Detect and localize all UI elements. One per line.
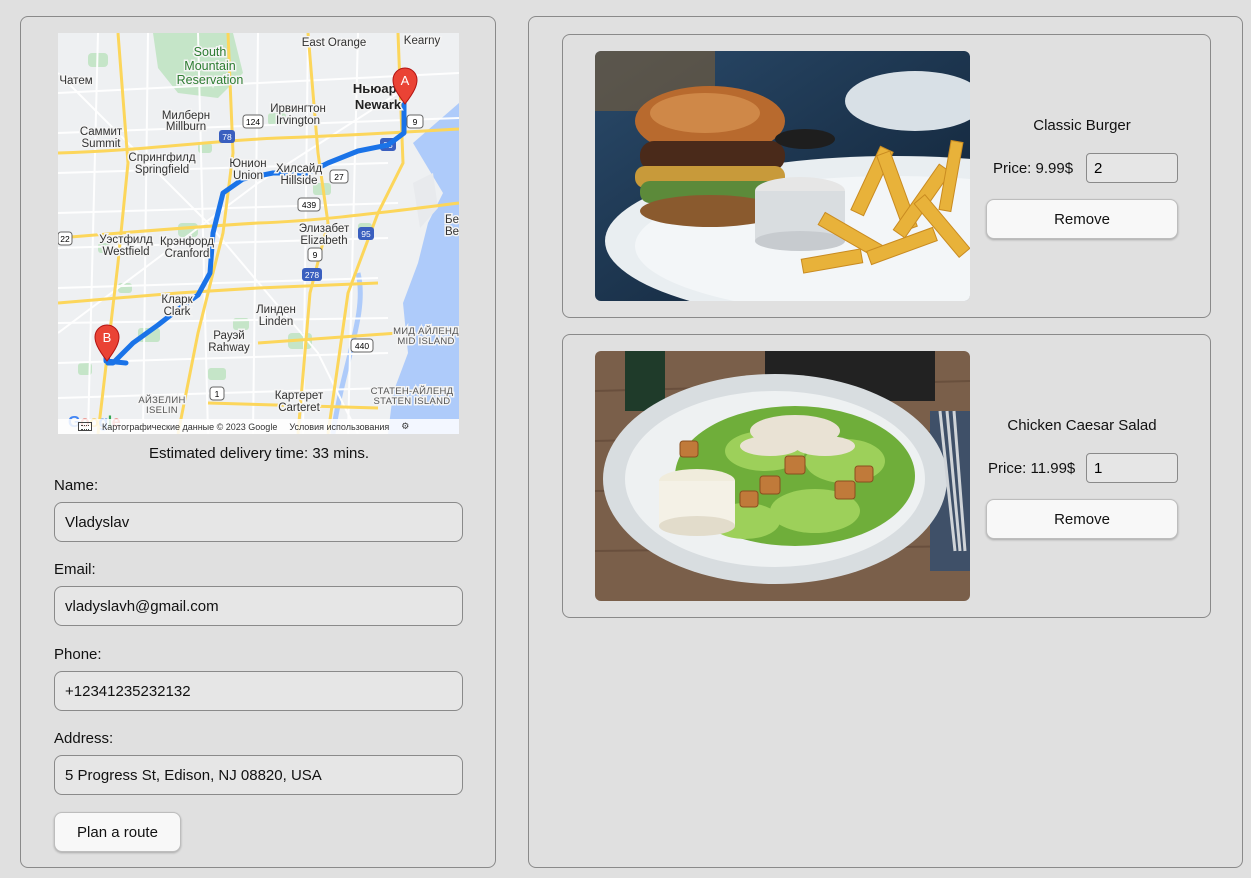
svg-text:22: 22 — [60, 234, 70, 244]
map-footer: Картографические данные © 2023 Google Ус… — [58, 419, 459, 434]
svg-text:Irvington: Irvington — [276, 115, 320, 127]
svg-text:Rahway: Rahway — [208, 342, 250, 354]
svg-text:78: 78 — [222, 132, 232, 142]
plan-route-button[interactable]: Plan a route — [54, 812, 181, 852]
svg-text:Union: Union — [233, 170, 263, 182]
name-field[interactable] — [54, 502, 463, 542]
svg-text:Хилсайд: Хилсайд — [276, 163, 322, 175]
remove-button[interactable]: Remove — [986, 499, 1178, 539]
svg-text:27: 27 — [334, 172, 344, 182]
svg-text:Springfield: Springfield — [135, 164, 189, 176]
svg-text:Кларк: Кларк — [161, 294, 193, 306]
delivery-form-panel: 124 78 9 22 27 439 95 95 278 440 9 1 Sou… — [20, 16, 496, 868]
svg-text:Carteret: Carteret — [278, 402, 320, 414]
svg-text:9: 9 — [313, 250, 318, 260]
map-terms-link[interactable]: Условия использования — [289, 422, 389, 432]
name-label: Name: — [54, 477, 99, 494]
svg-text:Newark: Newark — [355, 97, 402, 112]
svg-text:Рауэй: Рауэй — [213, 330, 244, 342]
report-error-icon[interactable]: ⚙ — [401, 421, 409, 432]
svg-text:Линден: Линден — [256, 304, 296, 316]
item-title: Classic Burger — [1033, 117, 1131, 134]
svg-text:East Orange: East Orange — [302, 37, 367, 49]
svg-text:Reservation: Reservation — [177, 73, 244, 87]
cart-panel: Classic Burger Price: 9.99$ Remove — [528, 16, 1243, 868]
item-price: Price: 9.99$ — [993, 160, 1074, 177]
phone-field[interactable] — [54, 671, 463, 711]
phone-label: Phone: — [54, 646, 102, 663]
svg-text:Cranford: Cranford — [165, 248, 210, 260]
delivery-route-map[interactable]: 124 78 9 22 27 439 95 95 278 440 9 1 Sou… — [58, 33, 459, 434]
svg-text:STATEN ISLAND: STATEN ISLAND — [374, 396, 451, 407]
svg-text:South: South — [194, 45, 227, 59]
svg-text:Чатем: Чатем — [59, 75, 92, 87]
keyboard-shortcuts-icon[interactable] — [78, 422, 92, 431]
svg-text:Westfield: Westfield — [102, 246, 149, 258]
svg-text:ISELIN: ISELIN — [146, 405, 178, 416]
svg-text:Крэнфорд: Крэнфорд — [160, 236, 214, 248]
svg-text:440: 440 — [355, 341, 369, 351]
cart-item-burger: Classic Burger Price: 9.99$ Remove — [562, 34, 1211, 318]
item-price: Price: 11.99$ — [988, 460, 1076, 477]
svg-text:Be: Be — [445, 226, 459, 238]
address-field[interactable] — [54, 755, 463, 795]
svg-text:1: 1 — [215, 389, 220, 399]
cart-item-salad: Chicken Caesar Salad Price: 11.99$ Remov… — [562, 334, 1211, 618]
svg-text:B: B — [103, 330, 112, 345]
svg-text:Ирвингтон: Ирвингтон — [270, 103, 326, 115]
svg-text:MID ISLAND: MID ISLAND — [397, 336, 454, 347]
svg-text:Hillside: Hillside — [280, 175, 317, 187]
svg-text:Mountain: Mountain — [184, 59, 235, 73]
svg-text:Kearny: Kearny — [404, 35, 441, 47]
svg-text:Бе: Бе — [445, 214, 459, 226]
salad-image — [595, 351, 970, 601]
email-label: Email: — [54, 561, 96, 578]
svg-text:A: A — [401, 73, 410, 88]
svg-text:Linden: Linden — [259, 316, 294, 328]
svg-text:Спрингфилд: Спрингфилд — [128, 152, 195, 164]
email-field[interactable] — [54, 586, 463, 626]
svg-text:Картерет: Картерет — [275, 390, 324, 402]
svg-text:Summit: Summit — [82, 138, 122, 150]
quantity-field[interactable] — [1086, 153, 1178, 183]
remove-button[interactable]: Remove — [986, 199, 1178, 239]
svg-text:Элизабет: Элизабет — [299, 223, 350, 235]
svg-text:Clark: Clark — [164, 306, 191, 318]
estimated-delivery-time: Estimated delivery time: 33 mins. — [148, 445, 370, 462]
svg-text:124: 124 — [246, 117, 260, 127]
svg-text:Elizabeth: Elizabeth — [300, 235, 347, 247]
svg-text:Саммит: Саммит — [80, 126, 123, 138]
svg-text:9: 9 — [413, 117, 418, 127]
map-attribution: Картографические данные © 2023 Google — [102, 421, 278, 432]
svg-text:Millburn: Millburn — [166, 121, 206, 133]
svg-text:439: 439 — [302, 200, 316, 210]
burger-image — [595, 51, 970, 301]
svg-text:Юнион: Юнион — [229, 158, 266, 170]
map-canvas[interactable]: 124 78 9 22 27 439 95 95 278 440 9 1 Sou… — [58, 33, 459, 434]
svg-text:278: 278 — [305, 270, 319, 280]
svg-text:95: 95 — [361, 229, 371, 239]
address-label: Address: — [54, 730, 114, 747]
quantity-field[interactable] — [1086, 453, 1178, 483]
item-title: Chicken Caesar Salad — [1007, 417, 1157, 434]
svg-text:Уэстфилд: Уэстфилд — [99, 234, 153, 246]
